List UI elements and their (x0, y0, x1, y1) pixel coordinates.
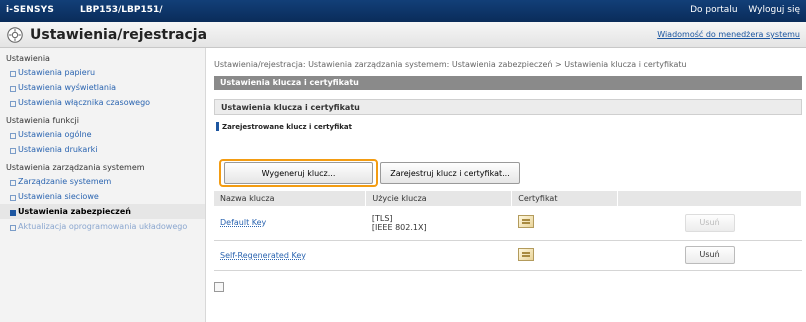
sidebar-item-system-management[interactable]: Zarządzanie systemem (0, 174, 205, 189)
sidebar-item-general[interactable]: Ustawienia ogólne (0, 127, 205, 142)
section-header: Ustawienia klucza i certyfikatu (214, 76, 802, 90)
certificate-icon[interactable] (517, 215, 534, 229)
key-usage-cell (365, 240, 512, 271)
sidebar-item-timer[interactable]: Ustawienia włącznika czasowego (0, 95, 205, 110)
sidebar-item-network[interactable]: Ustawienia sieciowe (0, 189, 205, 204)
title-marker (216, 122, 219, 131)
page-title: Ustawienia/rejestracja (30, 27, 208, 43)
table-row: Default Key [TLS] [IEEE 802.1X] Usuń (214, 206, 802, 241)
key-usage-tls: [TLS] (371, 213, 393, 223)
keys-table: Nazwa klucza Użycie klucza Certyfikat De… (214, 191, 802, 271)
sidebar-item-security[interactable]: Ustawienia zabezpieczeń (0, 204, 205, 219)
subsection-header: Ustawienia klucza i certyfikatu (214, 99, 802, 115)
key-name-link[interactable]: Default Key (220, 218, 266, 227)
sidebar-item-firmware-update[interactable]: Aktualizacja oprogramowania układowego (0, 219, 205, 234)
brand-logo: i-SENSYS (6, 5, 55, 15)
delete-button[interactable]: Usuń (684, 213, 735, 232)
top-links: Do portalu Wyloguj się (682, 5, 800, 15)
portal-link[interactable]: Do portalu (690, 5, 737, 15)
sidebar-item-display[interactable]: Ustawienia wyświetlania (0, 80, 205, 95)
key-usage-cell: [TLS] [IEEE 802.1X] (365, 206, 512, 241)
sidebar-section-settings: Ustawienia (6, 54, 50, 63)
message-to-admin-link[interactable]: Wiadomość do menedżera systemu (657, 30, 800, 39)
sidebar-section-functions: Ustawienia funkcji (6, 116, 79, 125)
sidebar-item-paper[interactable]: Ustawienia papieru (0, 65, 205, 80)
key-name-link[interactable]: Self-Regenerated Key (220, 251, 306, 260)
generate-key-button[interactable]: Wygeneruj klucz... (224, 162, 373, 184)
key-usage-ieee: [IEEE 802.1X] (371, 222, 427, 232)
sidebar: Ustawienia Ustawienia papieru Ustawienia… (0, 48, 206, 322)
table-header-row: Nazwa klucza Użycie klucza Certyfikat (214, 191, 802, 206)
certificate-icon[interactable] (517, 247, 534, 261)
logout-link[interactable]: Wyloguj się (748, 5, 800, 15)
col-header-key-usage: Użycie klucza (365, 191, 513, 206)
col-header-actions (617, 191, 802, 206)
sidebar-section-system-management: Ustawienia zarządzania systemem (6, 163, 145, 172)
sidebar-item-printer[interactable]: Ustawienia drukarki (0, 142, 205, 157)
page-icon (214, 282, 224, 292)
title-bar: Ustawienia/rejestracja Wiadomość do mene… (0, 22, 806, 48)
registered-keys-title-text: Zarejestrowane klucz i certyfikat (222, 122, 352, 131)
breadcrumb: Ustawienia/rejestracja: Ustawienia zarzą… (214, 60, 687, 69)
table-row: Self-Regenerated Key Usuń (214, 240, 802, 271)
model-name: LBP153/LBP151/ (80, 5, 163, 15)
col-header-certificate: Certyfikat (511, 191, 619, 206)
registered-keys-title: Zarejestrowane klucz i certyfikat (216, 122, 352, 131)
settings-gear-icon (7, 27, 23, 43)
register-key-certificate-button[interactable]: Zarejestruj klucz i certyfikat... (380, 162, 520, 184)
delete-button[interactable]: Usuń (684, 246, 735, 264)
top-bar: i-SENSYS LBP153/LBP151/ Do portalu Wylog… (0, 0, 806, 22)
col-header-key-name: Nazwa klucza (214, 191, 367, 206)
